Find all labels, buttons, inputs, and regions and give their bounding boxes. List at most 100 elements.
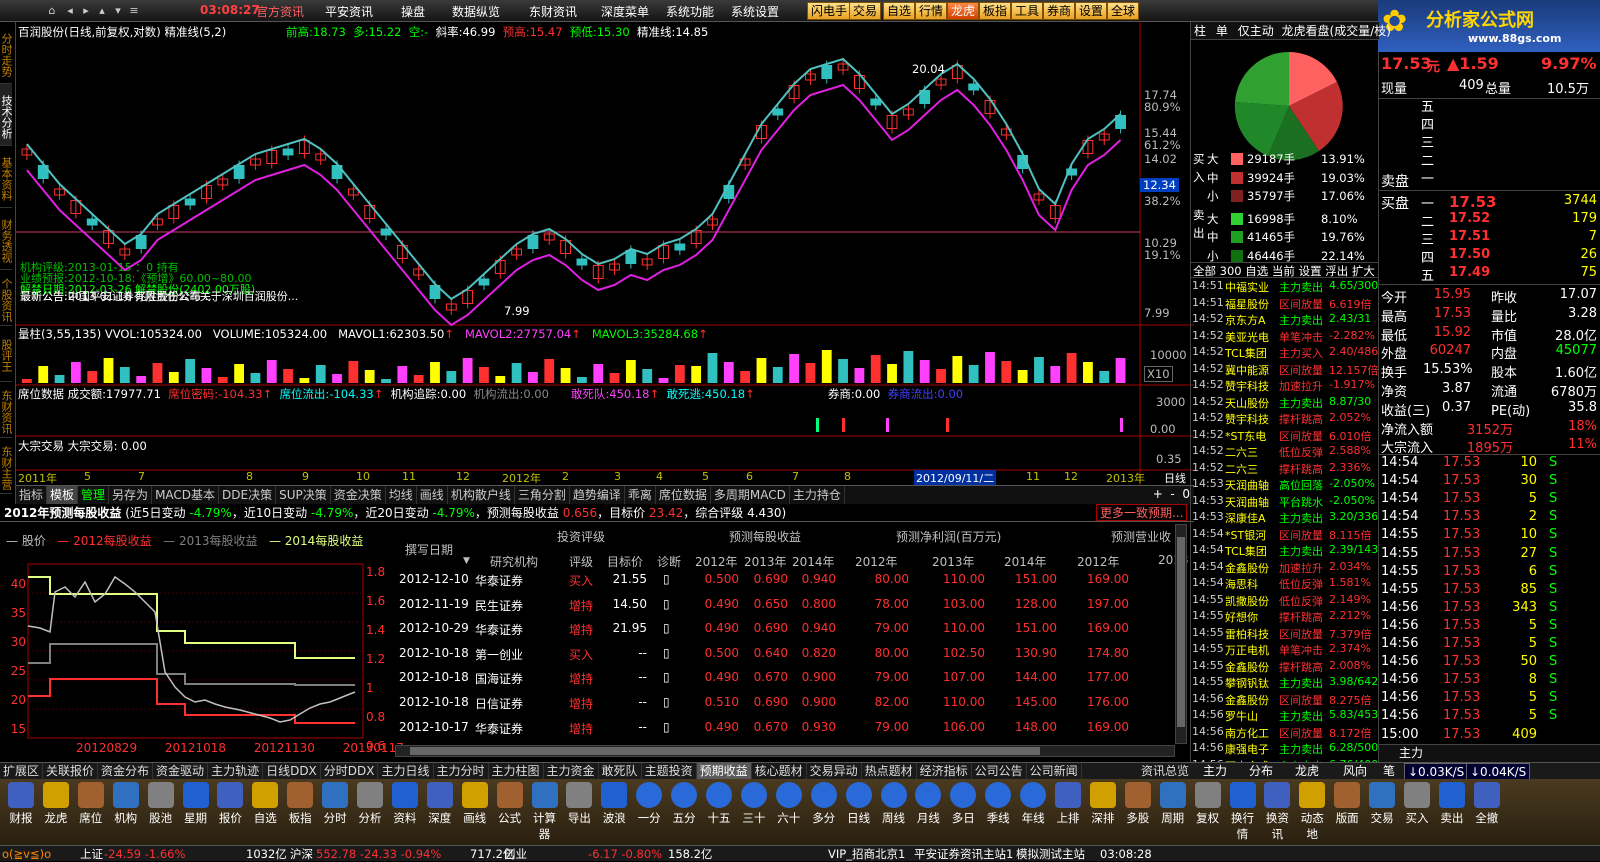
btab-company-news[interactable]: 公司新闻 (1027, 763, 1082, 779)
col-rev-2012[interactable]: 2012年 (1077, 553, 1120, 570)
toolbar-button[interactable]: 导出 (562, 782, 596, 826)
btab-theme-invest[interactable]: 主题投资 (642, 763, 697, 779)
col-date[interactable]: 撰写日期 (405, 541, 453, 558)
toolbar-button[interactable]: 季线 (981, 782, 1015, 826)
bid-level[interactable]: 五 17.49 75 (1379, 265, 1600, 284)
col-np-2014[interactable]: 2014年 (1004, 553, 1047, 570)
radar-item[interactable]: 14:52 赞宇科技 撑杆跳高 2.052% (1191, 411, 1379, 428)
radar-item[interactable]: 14:52 美亚光电 单笔冲击 -2.282% (1191, 329, 1379, 346)
quick-lightning[interactable]: 闪电手 (807, 2, 852, 20)
btab-extend[interactable]: 扩展区 (0, 763, 44, 779)
btab-main-daily[interactable]: 主力日线 (378, 763, 434, 779)
test-server[interactable]: 模拟测试主站 (1016, 846, 1085, 862)
toolbar-button[interactable]: 全撤 (1470, 782, 1504, 826)
tab-technical[interactable]: 技术分析 (0, 84, 13, 146)
tab-stock-news[interactable]: 个股资讯 (0, 270, 13, 326)
tab-triangle[interactable]: 三角分割 (515, 486, 570, 504)
tab-finance[interactable]: 财务透视 (0, 208, 13, 270)
tab-macd[interactable]: MACD基本 (152, 486, 220, 504)
btab-hot-theme[interactable]: 热点题材 (862, 763, 917, 779)
toolbar-button[interactable]: 月线 (911, 782, 945, 826)
radar-item[interactable]: 14:54 *ST银河 区间放量 8.115倍 (1191, 527, 1379, 544)
forecast-row[interactable]: 2012-10-29 华泰证券 增持 21.95 ▯ 0.490 0.690 0… (395, 621, 1175, 646)
tab-bias[interactable]: 乖离 (625, 486, 656, 504)
tab-trend[interactable]: 趋势编译 (570, 486, 625, 504)
toolbar-button[interactable]: 多股 (1121, 782, 1155, 826)
quick-dragon-tiger[interactable]: 龙虎 (947, 2, 980, 20)
radar-item[interactable]: 14:56 康强电子 主力卖出 6.28/500 (1191, 741, 1379, 758)
document-icon[interactable]: ▯ (663, 670, 670, 684)
tab-indicator[interactable]: 指标 (16, 486, 48, 504)
quick-settings[interactable]: 设置 (1075, 2, 1108, 20)
menu-pingan-news[interactable]: 平安资讯 (325, 3, 373, 20)
quick-tools[interactable]: 工具 (1011, 2, 1044, 20)
col-np-2012[interactable]: 2012年 (855, 553, 898, 570)
tab-dragon-view[interactable]: 龙虎看盘(成交量/枝) (1282, 24, 1391, 38)
radar-item[interactable]: 14:55 万正电机 单笔冲击 2.374% (1191, 642, 1379, 659)
document-icon[interactable]: ▯ (663, 695, 670, 709)
document-icon[interactable]: ▯ (663, 621, 670, 635)
tab-multi-macd[interactable]: 多周期MACD (711, 486, 790, 504)
radar-item[interactable]: 14:56 罗牛山 主力卖出 5.83/453 (1191, 708, 1379, 725)
radar-tab-settings[interactable]: 设置 (1299, 264, 1322, 278)
vertical-scrollbar[interactable] (1175, 524, 1187, 744)
radar-item[interactable]: 14:51 中福实业 主力卖出 4.65/300 (1191, 279, 1379, 296)
toolbar-button[interactable]: 龙虎 (39, 782, 73, 826)
radar-item[interactable]: 14:52 *ST东电 区间放量 6.010倍 (1191, 428, 1379, 445)
toolbar-button[interactable]: 多日 (946, 782, 980, 826)
more-consensus-button[interactable]: 更多一致预期... (1096, 504, 1188, 521)
quick-market[interactable]: 行情 (915, 2, 948, 20)
toolbar-button[interactable]: 机构 (109, 782, 143, 826)
quick-trade[interactable]: 交易 (849, 2, 882, 20)
menu-system-func[interactable]: 系统功能 (666, 3, 714, 20)
radar-item[interactable]: 14:55 雷柏科技 区间放量 7.379倍 (1191, 626, 1379, 643)
col-diagnose[interactable]: 诊断 (657, 553, 681, 570)
document-icon[interactable]: ▯ (663, 646, 670, 660)
tab-basic-info[interactable]: 基本资料 (0, 146, 13, 208)
tab-draw[interactable]: 画线 (417, 486, 448, 504)
radar-item[interactable]: 14:53 天润曲轴 平台跳水 -2.050% (1191, 494, 1379, 511)
btab-related[interactable]: 关联报价 (43, 763, 99, 779)
radar-item[interactable]: 14:55 好想你 撑杆跳高 2.212% (1191, 609, 1379, 626)
toolbar-button[interactable]: 日线 (842, 782, 876, 826)
quick-global[interactable]: 全球 (1107, 2, 1140, 20)
tab-wind[interactable]: 风向 (1340, 763, 1370, 779)
document-icon[interactable]: ▯ (663, 572, 670, 586)
toolbar-button[interactable]: 分析 (353, 782, 387, 826)
toolbar-button[interactable]: 六十 (772, 782, 806, 826)
menu-system-settings[interactable]: 系统设置 (731, 3, 779, 20)
tab-bar[interactable]: 柱 (1194, 24, 1206, 38)
tab-save-as[interactable]: 另存为 (109, 486, 153, 504)
radar-tab-300[interactable]: 300 (1220, 264, 1242, 278)
toolbar-button[interactable]: 上排 (1051, 782, 1085, 826)
toolbar-button[interactable]: 周期 (1156, 782, 1190, 826)
radar-item[interactable]: 14:53 深康佳A 主力卖出 3.20/336 (1191, 510, 1379, 527)
radar-item[interactable]: 14:55 凯撒股份 低位反弹 2.149% (1191, 593, 1379, 610)
btab-expected-return[interactable]: 预期收益 (696, 763, 752, 779)
menu-eastmoney-news[interactable]: 东财资讯 (529, 3, 577, 20)
tab-eastmoney-main[interactable]: 东财主营 (0, 438, 13, 494)
quick-sector-index[interactable]: 板指 (979, 2, 1012, 20)
toolbar-button[interactable]: 换资讯 (1260, 782, 1294, 842)
btab-main-bars[interactable]: 主力柱图 (489, 763, 544, 779)
toolbar-button[interactable]: 多分 (807, 782, 841, 826)
radar-item[interactable]: 14:52 赞宇科技 加速拉升 -1.917% (1191, 378, 1379, 395)
col-eps-2013[interactable]: 2013年 (744, 553, 787, 570)
toolbar-button[interactable]: 交易 (1365, 782, 1399, 826)
radar-item[interactable]: 14:51 福星股份 区间放量 6.619倍 (1191, 296, 1379, 313)
toolbar-button[interactable]: 自选 (248, 782, 282, 826)
tab-main-position[interactable]: 主力持仓 (790, 486, 845, 504)
toolbar-button[interactable]: 计算器 (528, 782, 562, 842)
toolbar-button[interactable]: 年线 (1016, 782, 1050, 826)
tab-seat[interactable]: 席位数据 (656, 486, 711, 504)
radar-item[interactable]: 14:52 二六三 撑杆跳高 2.336% (1191, 461, 1379, 478)
radar-item[interactable]: 14:52 京东方A 主力卖出 2.43/31 (1191, 312, 1379, 329)
toolbar-button[interactable]: 版面 (1330, 782, 1364, 826)
menu-data-overview[interactable]: 数据纵览 (452, 3, 500, 20)
btab-main-intraday[interactable]: 主力分时 (434, 763, 489, 779)
horizontal-scrollbar[interactable] (395, 745, 1175, 757)
radar-tab-watchlist[interactable]: 自选 (1245, 264, 1268, 278)
up-icon[interactable]: ▴ (94, 3, 110, 19)
bid-level[interactable]: 三 17.51 7 (1379, 229, 1600, 248)
radar-item[interactable]: 14:52 冀中能源 区间放量 12.157倍 (1191, 362, 1379, 379)
